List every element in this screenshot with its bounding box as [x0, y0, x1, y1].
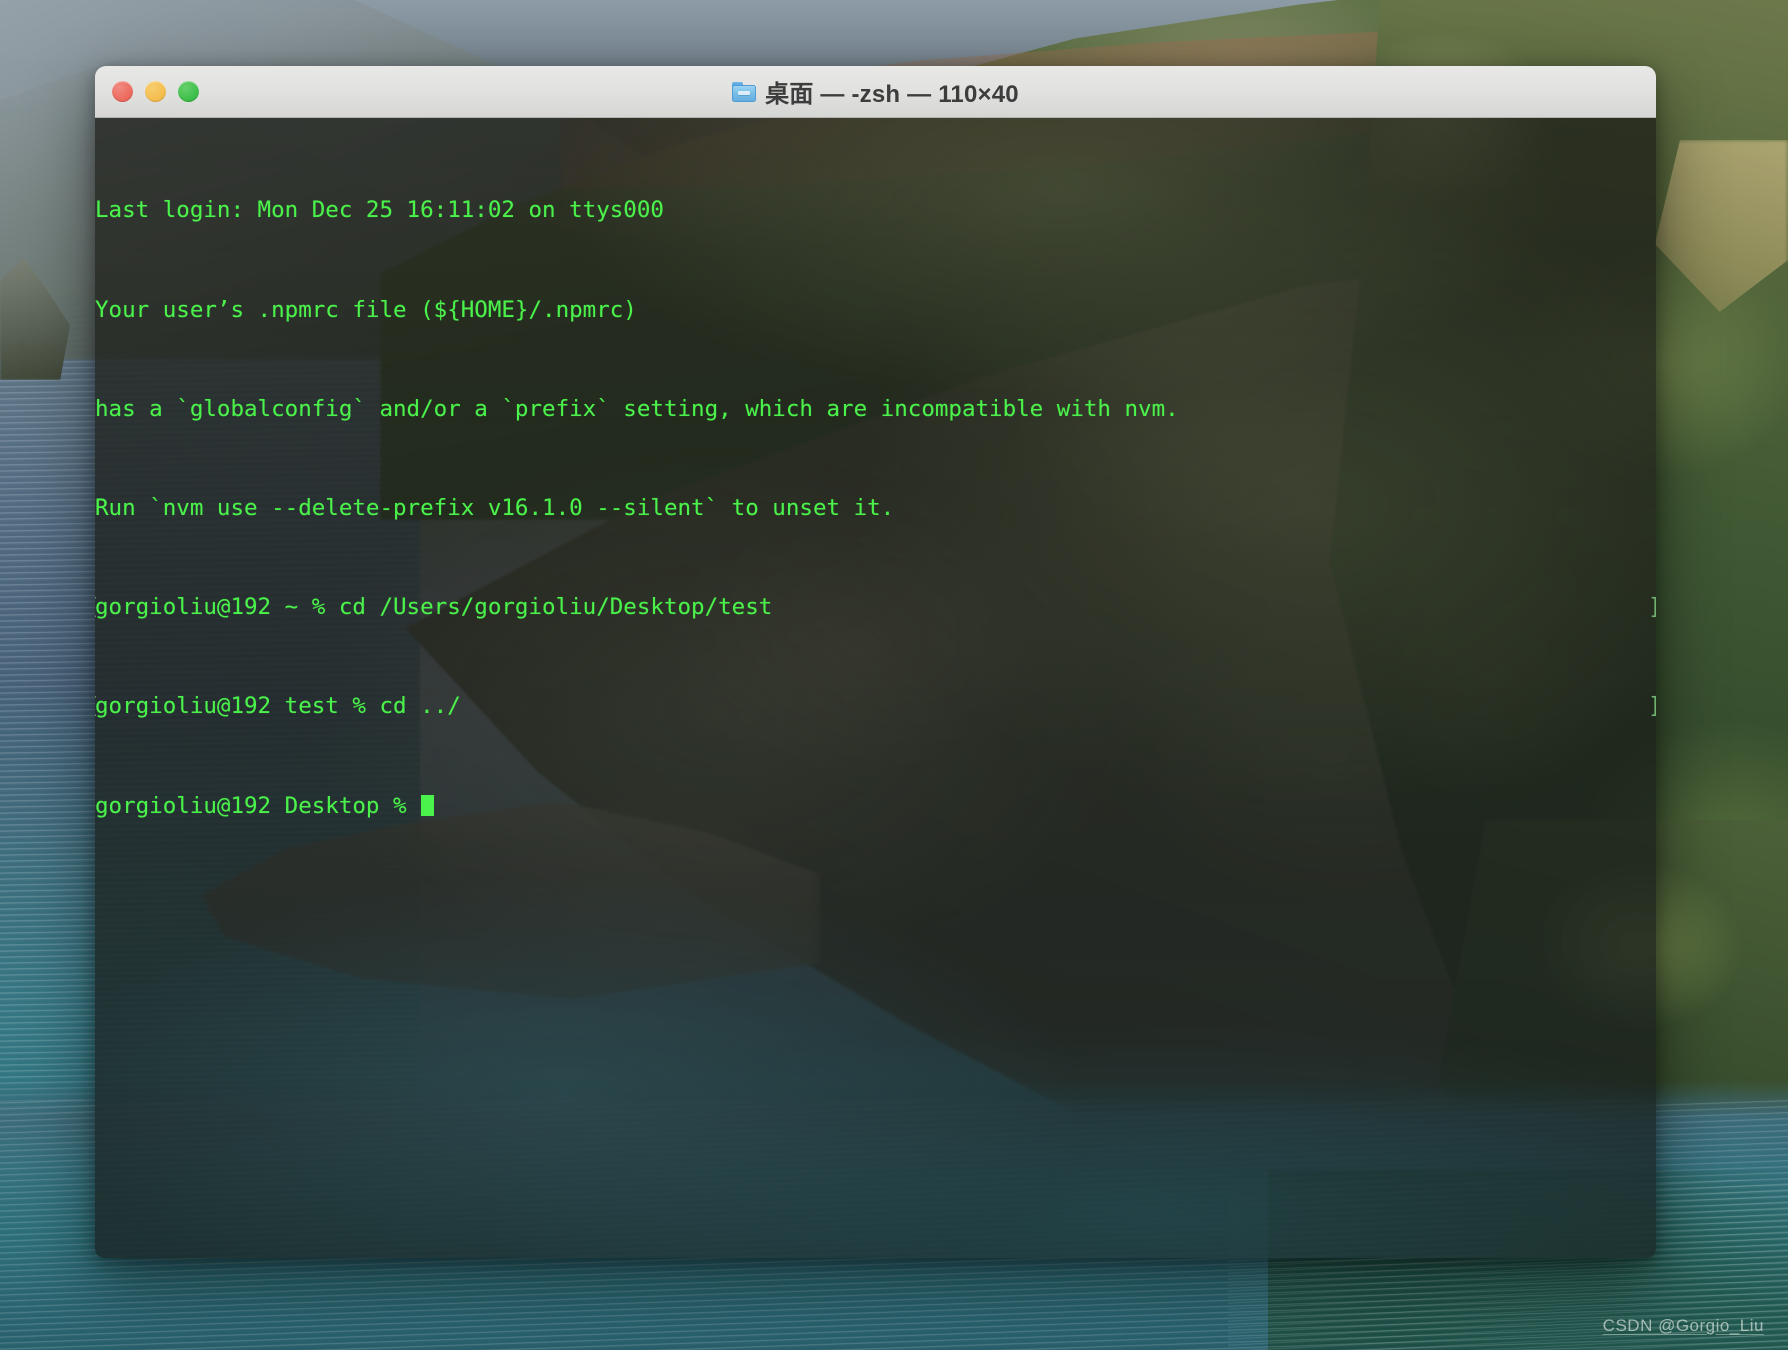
- wrap-bracket-close: ]: [1648, 694, 1656, 719]
- close-button[interactable]: [112, 81, 133, 102]
- terminal-line: Last login: Mon Dec 25 16:11:02 on ttys0…: [95, 198, 1656, 223]
- watermark: CSDN @Gorgio_Liu: [1602, 1316, 1764, 1335]
- terminal-line-text: has a `globalconfig` and/or a `prefix` s…: [95, 395, 1179, 422]
- wrap-bracket-open: [: [95, 694, 100, 719]
- minimize-button[interactable]: [145, 81, 166, 102]
- terminal-line-text: Your user’s .npmrc file (${HOME}/.npmrc): [95, 296, 637, 323]
- window-title-group: 桌面 — -zsh — 110×40: [95, 74, 1656, 109]
- terminal-line-text: gorgioliu@192 ~ % cd /Users/gorgioliu/De…: [95, 594, 773, 621]
- terminal-line: [ gorgioliu@192 ~ % cd /Users/gorgioliu/…: [95, 595, 1656, 620]
- wrap-bracket-close: ]: [1648, 595, 1656, 620]
- terminal-line-text: Run `nvm use --delete-prefix v16.1.0 --s…: [95, 494, 895, 521]
- terminal-line: has a `globalconfig` and/or a `prefix` s…: [95, 395, 1656, 422]
- terminal-output[interactable]: Last login: Mon Dec 25 16:11:02 on ttys0…: [95, 118, 1656, 893]
- window-titlebar[interactable]: 桌面 — -zsh — 110×40: [95, 66, 1656, 118]
- terminal-body[interactable]: Last login: Mon Dec 25 16:11:02 on ttys0…: [95, 118, 1656, 1258]
- folder-icon: [732, 81, 757, 102]
- terminal-cursor: [421, 795, 434, 817]
- terminal-line: Your user’s .npmrc file (${HOME}/.npmrc): [95, 296, 1656, 323]
- window-title: 桌面 — -zsh — 110×40: [765, 81, 1019, 108]
- wrap-bracket-open: [: [95, 595, 100, 620]
- terminal-prompt-line[interactable]: gorgioliu@192 Desktop %: [95, 792, 1656, 819]
- terminal-window[interactable]: 桌面 — -zsh — 110×40 Last login: Mon Dec 2…: [95, 66, 1656, 1258]
- maximize-button[interactable]: [178, 81, 199, 102]
- desktop-screen: 桌面 — -zsh — 110×40 Last login: Mon Dec 2…: [0, 0, 1788, 1350]
- terminal-line: Run `nvm use --delete-prefix v16.1.0 --s…: [95, 496, 1656, 521]
- terminal-line: [ gorgioliu@192 test % cd ../ ]: [95, 694, 1656, 719]
- terminal-line-text: Last login: Mon Dec 25 16:11:02 on ttys0…: [95, 197, 664, 224]
- terminal-prompt-text: gorgioliu@192 Desktop %: [95, 792, 421, 819]
- terminal-line-text: gorgioliu@192 test % cd ../: [95, 693, 461, 720]
- traffic-light-group: [112, 81, 199, 102]
